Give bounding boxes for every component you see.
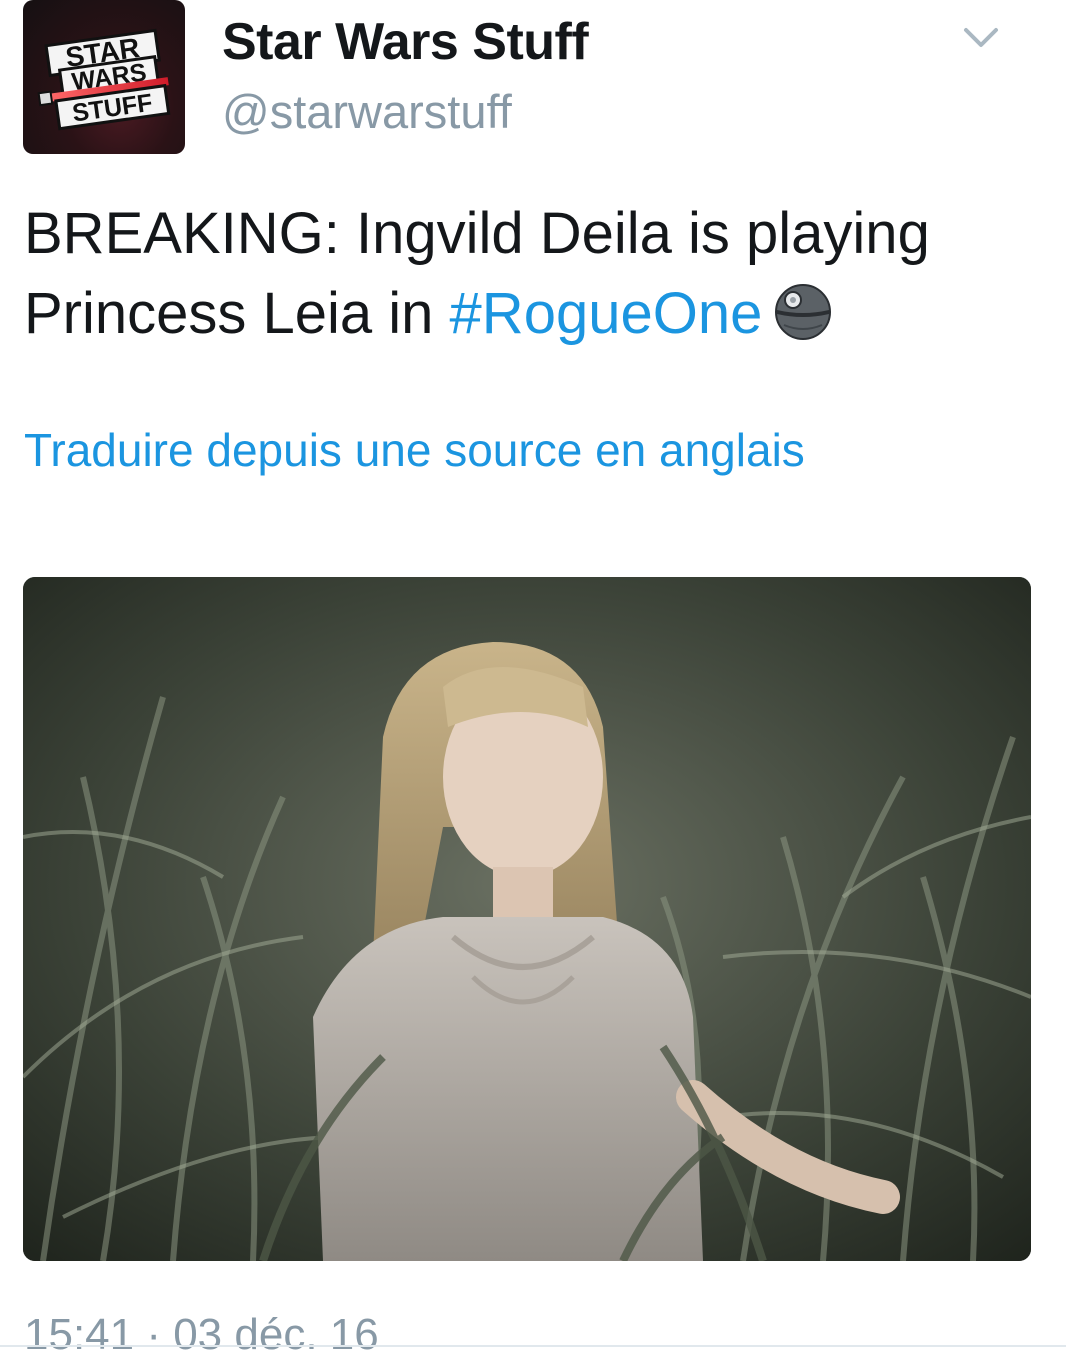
chevron-down-icon[interactable] — [958, 20, 1004, 56]
avatar[interactable]: STAR WARS STUFF — [23, 0, 185, 154]
hashtag-link[interactable]: #RogueOne — [450, 281, 763, 346]
author-handle[interactable]: @starwarstuff — [222, 84, 512, 139]
divider — [0, 1345, 1066, 1347]
tweet-text-line-2: Princess Leia in #RogueOne — [24, 274, 1034, 354]
star-wars-stuff-logo: STAR WARS STUFF — [37, 28, 171, 131]
photo-illustration — [23, 577, 1031, 1261]
death-star-icon — [774, 282, 832, 340]
tweet-text-line-1: BREAKING: Ingvild Deila is playing — [24, 201, 930, 266]
tweet: STAR WARS STUFF Star Wars Stuff @starwar… — [0, 0, 1066, 1370]
tweet-text-prefix: Princess Leia in — [24, 281, 450, 346]
tweet-text: BREAKING: Ingvild Deila is playing Princ… — [24, 194, 1034, 354]
translate-link[interactable]: Traduire depuis une source en anglais — [24, 423, 805, 477]
tweet-timestamp[interactable]: 15:41 · 03 déc. 16 — [24, 1310, 379, 1360]
tweet-photo[interactable] — [23, 577, 1031, 1261]
author-display-name[interactable]: Star Wars Stuff — [222, 12, 589, 72]
